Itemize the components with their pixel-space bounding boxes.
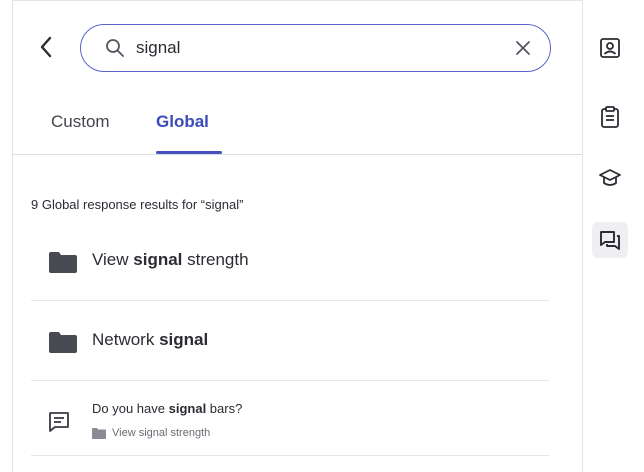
result-response-row[interactable]: Do you have signal bars? View signal str… (31, 381, 549, 456)
back-button[interactable] (34, 35, 58, 59)
response-title: Do you have signal bars? (92, 401, 243, 416)
chat-message-icon (49, 412, 69, 432)
tab-custom[interactable]: Custom (51, 112, 110, 132)
divider (31, 455, 549, 456)
active-tab-indicator (156, 151, 222, 154)
rail-contact-button[interactable] (592, 30, 628, 66)
chevron-left-icon (40, 36, 52, 58)
folder-icon (49, 332, 77, 353)
tab-bar: Custom Global (13, 96, 582, 155)
rail-clipboard-button[interactable] (592, 99, 628, 135)
rail-responses-button[interactable] (592, 222, 628, 258)
search-field[interactable] (80, 24, 551, 72)
result-folder-label: View signal strength (92, 250, 249, 269)
results-count: 9 Global response results for “signal” (31, 197, 244, 212)
folder-icon (49, 252, 77, 273)
response-folder-path: View signal strength (92, 427, 210, 439)
result-folder-row[interactable]: Network signal (31, 301, 549, 381)
result-folder-row[interactable]: View signal strength (31, 221, 549, 301)
rail-learning-button[interactable] (592, 160, 628, 196)
result-folder-label: Network signal (92, 330, 209, 349)
conversation-icon (600, 231, 620, 250)
clear-search-button[interactable] (512, 37, 534, 59)
contact-card-icon (600, 38, 620, 58)
search-icon (105, 37, 127, 59)
close-icon (516, 41, 530, 55)
graduation-cap-icon (599, 169, 621, 186)
clipboard-icon (601, 106, 619, 128)
right-tool-rail (583, 0, 644, 472)
search-input[interactable] (136, 36, 512, 60)
folder-icon (92, 427, 106, 439)
tab-global[interactable]: Global (156, 112, 209, 132)
